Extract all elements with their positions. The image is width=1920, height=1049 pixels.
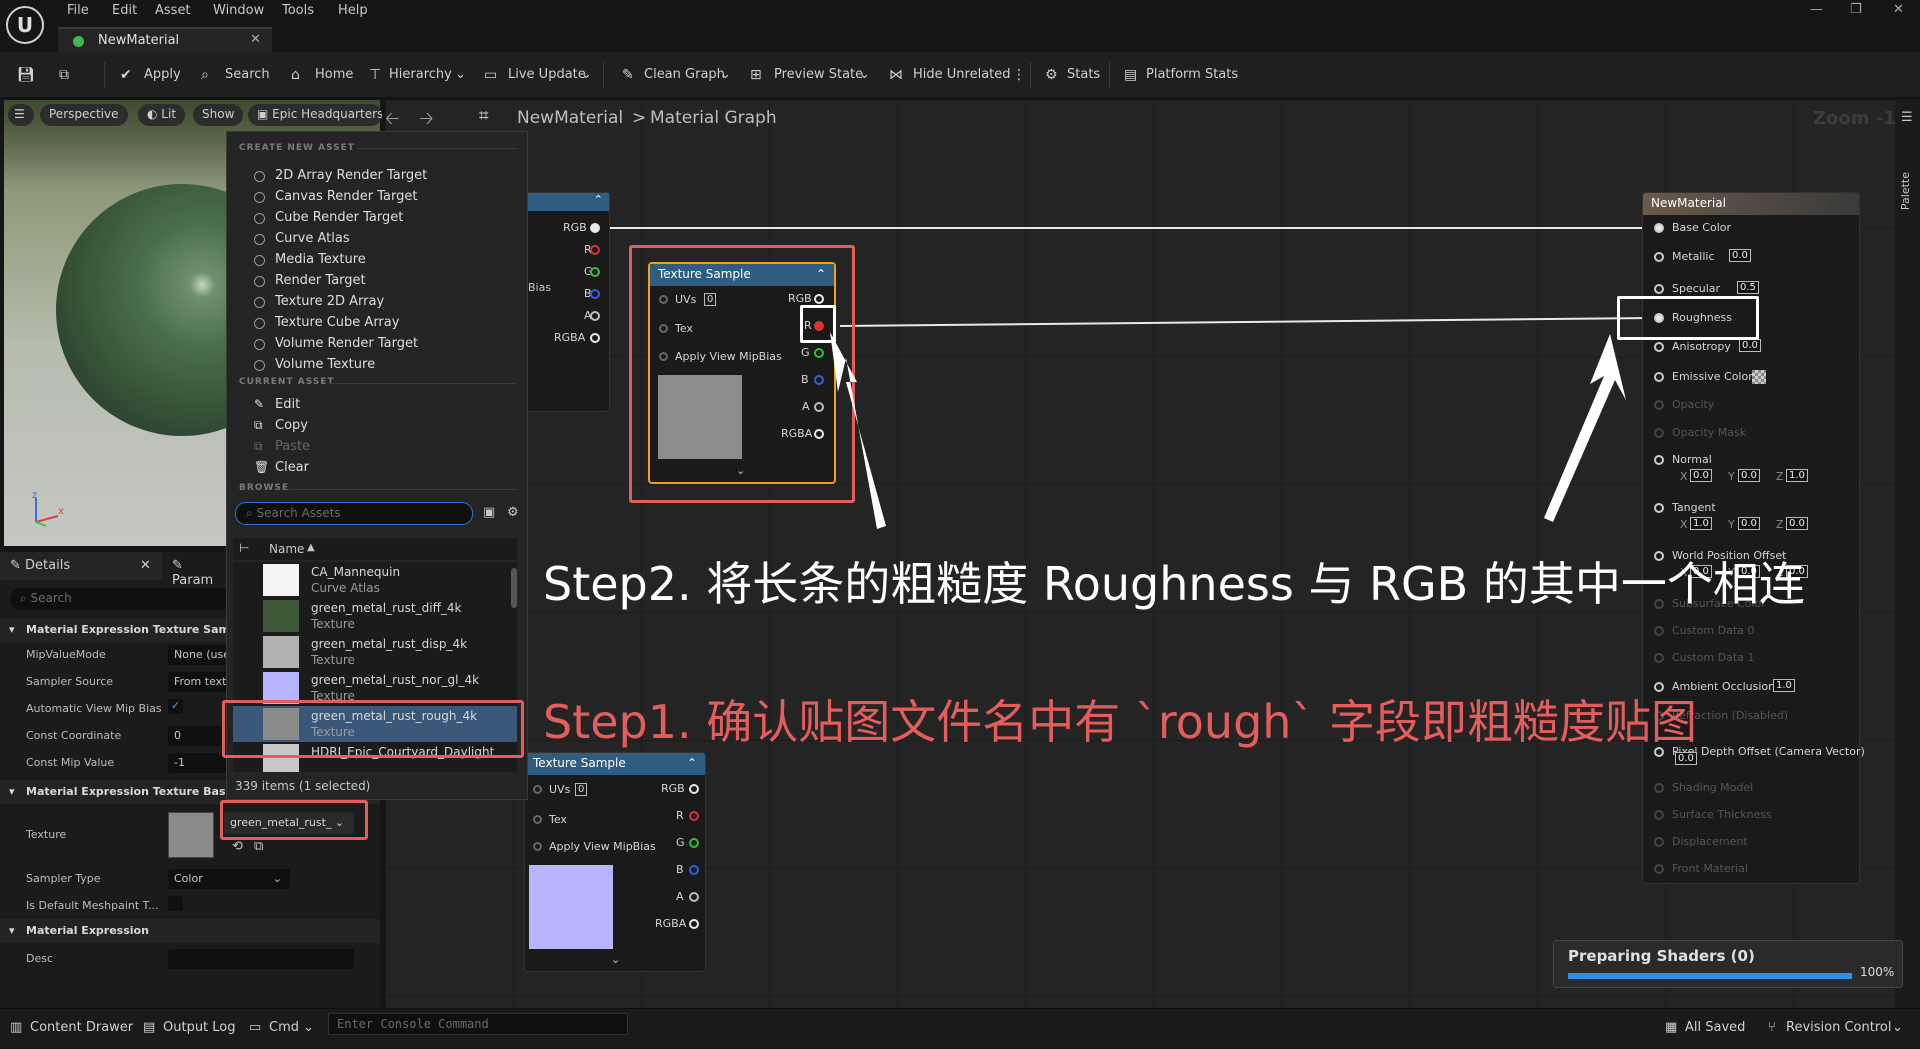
content-drawer-label: Content Drawer bbox=[30, 1020, 134, 1035]
console-placeholder: Enter Console Command bbox=[337, 1017, 489, 1031]
shader-progress-percent: 100% bbox=[1860, 965, 1895, 979]
status-bar: ▥ Content Drawer ▤ Output Log ▭ Cmd ⌄ En… bbox=[0, 1008, 1920, 1048]
output-log-button[interactable]: ▤ Output Log bbox=[143, 1009, 236, 1049]
step2-annotation: Step2. 将长条的粗糙度 Roughness 与 RGB 的其中一个相连 bbox=[543, 557, 1805, 611]
chevron-down-icon: ⌄ bbox=[303, 1020, 314, 1035]
shader-progress-track bbox=[1568, 973, 1852, 979]
save-status-icon: ▦ bbox=[1665, 1020, 1678, 1035]
arrow-to-roughness bbox=[1544, 334, 1626, 522]
arrow-to-r-pin bbox=[830, 332, 886, 529]
revision-control-label: Revision Control bbox=[1786, 1020, 1892, 1035]
cmd-label: Cmd bbox=[269, 1020, 299, 1035]
shader-progress-panel: Preparing Shaders (0) 100% bbox=[1553, 940, 1903, 988]
output-log-icon: ▤ bbox=[143, 1020, 156, 1035]
console-input[interactable]: Enter Console Command bbox=[328, 1013, 628, 1035]
cmd-icon: ▭ bbox=[249, 1020, 262, 1035]
output-log-label: Output Log bbox=[163, 1020, 236, 1035]
annotation-arrows bbox=[830, 332, 1626, 529]
revision-control-icon: ⑂ bbox=[1768, 1020, 1776, 1035]
content-drawer-button[interactable]: ▥ Content Drawer bbox=[10, 1009, 133, 1049]
shader-progress-fill bbox=[1568, 973, 1852, 979]
revision-control-button[interactable]: ⑂ Revision Control ⌄ bbox=[1768, 1009, 1904, 1049]
chevron-down-icon: ⌄ bbox=[1892, 1020, 1903, 1035]
all-saved-label: All Saved bbox=[1685, 1020, 1746, 1035]
shader-progress-label: Preparing Shaders (0) bbox=[1568, 947, 1755, 965]
step1-annotation: Step1. 确认贴图文件名中有 `rough` 字段即粗糙度贴图 bbox=[543, 695, 1698, 749]
all-saved-button[interactable]: ▦ All Saved bbox=[1665, 1009, 1745, 1049]
cmd-dropdown[interactable]: ▭ Cmd ⌄ bbox=[249, 1009, 321, 1049]
content-drawer-icon: ▥ bbox=[10, 1020, 23, 1035]
